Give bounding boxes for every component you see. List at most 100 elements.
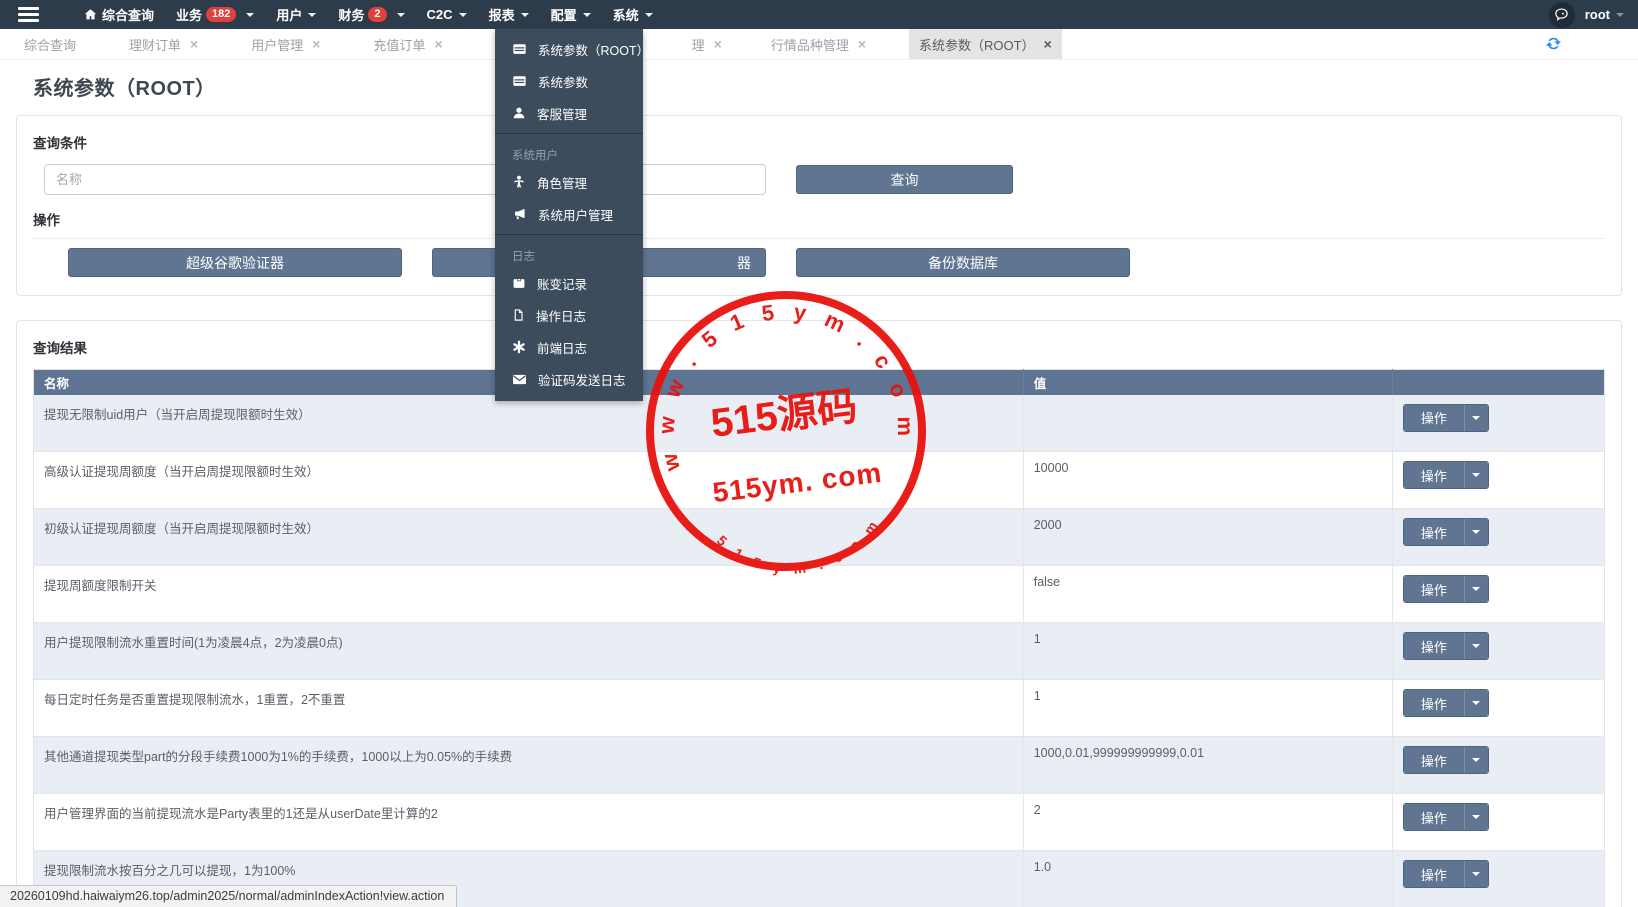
chevron-down-icon [1472, 587, 1480, 591]
tab-7[interactable]: 行情品种管理× [761, 29, 876, 59]
row-action-split-button[interactable]: 操作 [1403, 575, 1489, 603]
row-action-button[interactable]: 操作 [1404, 519, 1465, 545]
row-action-dropdown-toggle[interactable] [1465, 633, 1488, 659]
param-name-cell: 提现周额度限制开关 [34, 566, 1024, 623]
row-action-split-button[interactable]: 操作 [1403, 860, 1489, 888]
row-action-split-button[interactable]: 操作 [1403, 803, 1489, 831]
op-button-3[interactable]: 备份数据库 [796, 248, 1130, 277]
chevron-down-icon [1472, 872, 1480, 876]
param-value-cell: 1.0 [1023, 851, 1392, 907]
menu-item[interactable]: 系统参数（ROOT） [495, 33, 643, 65]
tab-label: 理 [692, 35, 705, 54]
menu-item[interactable]: 系统参数 [495, 65, 643, 97]
menu-item[interactable]: 账变记录 [495, 267, 643, 299]
row-action-split-button[interactable]: 操作 [1403, 689, 1489, 717]
chevron-down-icon [1472, 815, 1480, 819]
param-action-cell: 操作 [1392, 737, 1604, 794]
tab-1[interactable]: 综合查询 [14, 29, 86, 59]
tab-4[interactable]: 充值订单× [363, 29, 452, 59]
row-action-button[interactable]: 操作 [1404, 861, 1465, 887]
op-button-1[interactable]: 超级谷歌验证器 [68, 248, 402, 277]
chevron-down-icon [459, 13, 467, 17]
param-value-cell: 10000 [1023, 452, 1392, 509]
table-row: 初级认证提现周额度（当开启周提现限额时生效）2000操作 [34, 509, 1605, 566]
menu-item[interactable]: 系统用户管理 [495, 198, 643, 230]
chevron-down-icon [1472, 644, 1480, 648]
menu-item-label: 角色管理 [537, 173, 587, 192]
nav-item-label: C2C [427, 7, 453, 22]
row-action-button[interactable]: 操作 [1404, 804, 1465, 830]
row-action-button[interactable]: 操作 [1404, 462, 1465, 488]
parameters-table: 名称 值 提现无限制uid用户（当开启周提现限额时生效）操作高级认证提现周额度（… [33, 369, 1605, 907]
close-icon[interactable]: × [858, 37, 866, 51]
menu-item[interactable]: 验证码发送日志 [495, 363, 643, 395]
row-action-button[interactable]: 操作 [1404, 405, 1465, 431]
param-value-cell: 1000,0.01,999999999999,0.01 [1023, 737, 1392, 794]
search-button[interactable]: 查询 [796, 165, 1013, 194]
column-header-action [1392, 370, 1604, 395]
name-search-input[interactable] [44, 164, 766, 195]
nav-item-label: 业务 [176, 5, 202, 24]
row-action-dropdown-toggle[interactable] [1465, 804, 1488, 830]
param-value-cell: 1 [1023, 680, 1392, 737]
menu-item[interactable]: 角色管理 [495, 166, 643, 198]
row-action-dropdown-toggle[interactable] [1465, 405, 1488, 431]
row-action-split-button[interactable]: 操作 [1403, 632, 1489, 660]
page-title: 系统参数（ROOT） [33, 72, 1638, 101]
hamburger-menu-icon[interactable] [18, 7, 39, 22]
chevron-down-icon [1616, 13, 1624, 17]
nav-item-3[interactable]: 财务2 [338, 5, 404, 24]
user-menu[interactable]: root [1585, 7, 1624, 22]
row-action-button[interactable]: 操作 [1404, 576, 1465, 602]
nav-item-7[interactable]: 系统 [613, 5, 653, 24]
archive-icon [512, 276, 526, 290]
menu-item-label: 账变记录 [537, 274, 587, 293]
close-icon[interactable]: × [312, 37, 320, 51]
close-icon[interactable]: × [714, 37, 722, 51]
nav-item-6[interactable]: 配置 [551, 5, 591, 24]
close-icon[interactable]: × [190, 37, 198, 51]
row-action-split-button[interactable]: 操作 [1403, 518, 1489, 546]
row-action-split-button[interactable]: 操作 [1403, 461, 1489, 489]
nav-item-1[interactable]: 业务182 [176, 5, 254, 24]
param-name-cell: 其他通道提现类型part的分段手续费1000为1%的手续费，1000以上为0.0… [34, 737, 1024, 794]
chevron-down-icon [397, 13, 405, 17]
column-header-value: 值 [1023, 370, 1392, 395]
row-action-dropdown-toggle[interactable] [1465, 462, 1488, 488]
row-action-button[interactable]: 操作 [1404, 747, 1465, 773]
close-icon[interactable]: × [1044, 37, 1052, 51]
query-card: 查询条件 查询 操作 超级谷歌验证器器备份数据库 [16, 115, 1622, 296]
close-icon[interactable]: × [434, 37, 442, 51]
nav-item-5[interactable]: 报表 [489, 5, 529, 24]
status-url-tooltip: 20260109hd.haiwaiym26.top/admin2025/norm… [0, 885, 457, 907]
param-action-cell: 操作 [1392, 509, 1604, 566]
op-button-label: 备份数据库 [928, 253, 998, 273]
ops-section-label: 操作 [33, 209, 1605, 229]
chat-button[interactable] [1549, 2, 1575, 28]
row-action-dropdown-toggle[interactable] [1465, 747, 1488, 773]
row-action-dropdown-toggle[interactable] [1465, 690, 1488, 716]
nav-item-4[interactable]: C2C [427, 7, 467, 22]
navbar-right: root [1549, 0, 1624, 29]
top-navbar: 综合查询 业务182 用户 财务2 C2C 报表 配置 系统 root [0, 0, 1638, 29]
row-action-button[interactable]: 操作 [1404, 633, 1465, 659]
tab-2[interactable]: 理财订单× [119, 29, 208, 59]
menu-item[interactable]: 客服管理 [495, 97, 643, 129]
menu-item[interactable]: 前端日志 [495, 331, 643, 363]
menu-group-header: 日志 [495, 239, 643, 267]
row-action-dropdown-toggle[interactable] [1465, 576, 1488, 602]
menu-item[interactable]: 操作日志 [495, 299, 643, 331]
row-action-split-button[interactable]: 操作 [1403, 746, 1489, 774]
operation-buttons: 超级谷歌验证器器备份数据库 [68, 248, 1605, 277]
row-action-split-button[interactable]: 操作 [1403, 404, 1489, 432]
row-action-button[interactable]: 操作 [1404, 690, 1465, 716]
menu-group-header: 系统用户 [495, 138, 643, 166]
tab-8[interactable]: 系统参数（ROOT）× [909, 29, 1062, 59]
refresh-icon[interactable] [1545, 35, 1562, 52]
nav-item-home[interactable]: 综合查询 [84, 5, 154, 24]
tab-3[interactable]: 用户管理× [241, 29, 330, 59]
nav-item-2[interactable]: 用户 [276, 5, 316, 24]
row-action-dropdown-toggle[interactable] [1465, 861, 1488, 887]
nav-item-label: 系统 [613, 5, 639, 24]
row-action-dropdown-toggle[interactable] [1465, 519, 1488, 545]
